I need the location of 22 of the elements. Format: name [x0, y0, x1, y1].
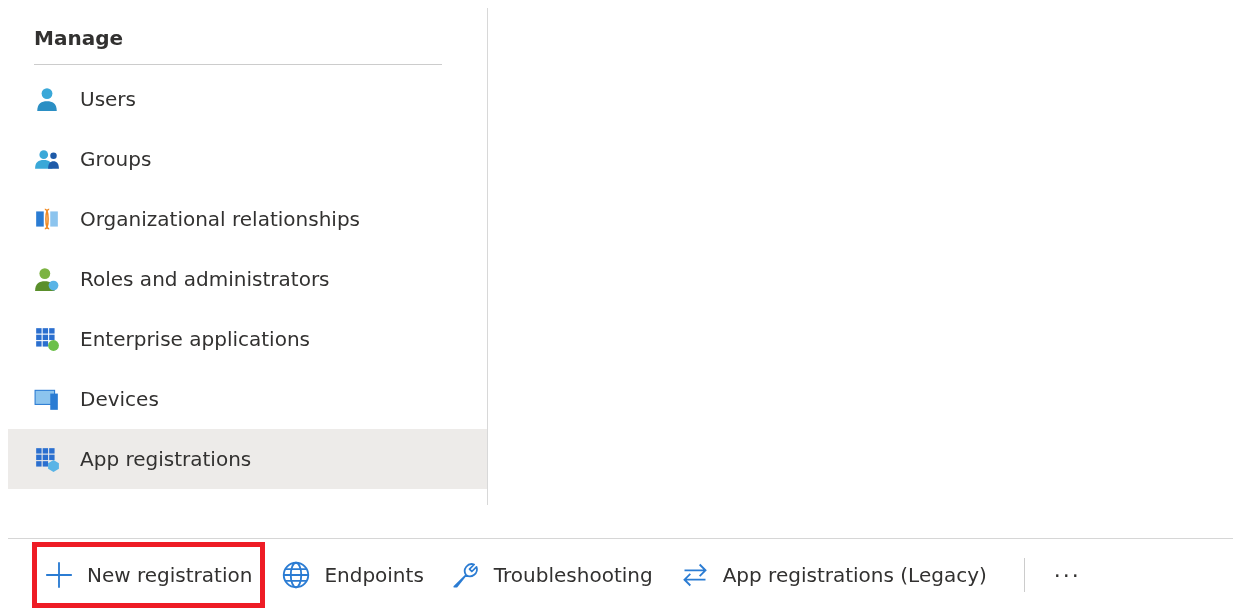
- buildings-icon: [34, 206, 60, 232]
- toolbar-button[interactable]: Endpoints: [271, 542, 435, 608]
- swap-arrows-icon: [680, 561, 709, 589]
- toolbar-button[interactable]: New registration: [32, 542, 266, 608]
- grid-cube-icon: [34, 446, 60, 472]
- user-icon: [34, 86, 60, 112]
- wrench-icon: [451, 561, 480, 589]
- toolbar-button[interactable]: Troubleshooting: [440, 542, 664, 608]
- plus-icon: [45, 561, 73, 589]
- nav-item[interactable]: Enterprise applications: [8, 309, 487, 369]
- section-heading: Manage: [33, 25, 124, 52]
- more-button[interactable]: ···: [1042, 542, 1092, 608]
- nav-item[interactable]: Users: [8, 69, 487, 129]
- nav-item[interactable]: App registrations: [8, 429, 487, 489]
- user-badge-icon: [34, 266, 60, 292]
- nav-item[interactable]: Organizational relationships: [8, 189, 487, 249]
- grid-globe-icon: [34, 326, 60, 352]
- toolbar-button[interactable]: App registrations (Legacy): [669, 542, 998, 608]
- nav-item[interactable]: Groups: [8, 129, 487, 189]
- nav-item[interactable]: Roles and administrators: [8, 249, 487, 309]
- globe-icon: [282, 561, 311, 589]
- nav-item[interactable]: Devices: [8, 369, 487, 429]
